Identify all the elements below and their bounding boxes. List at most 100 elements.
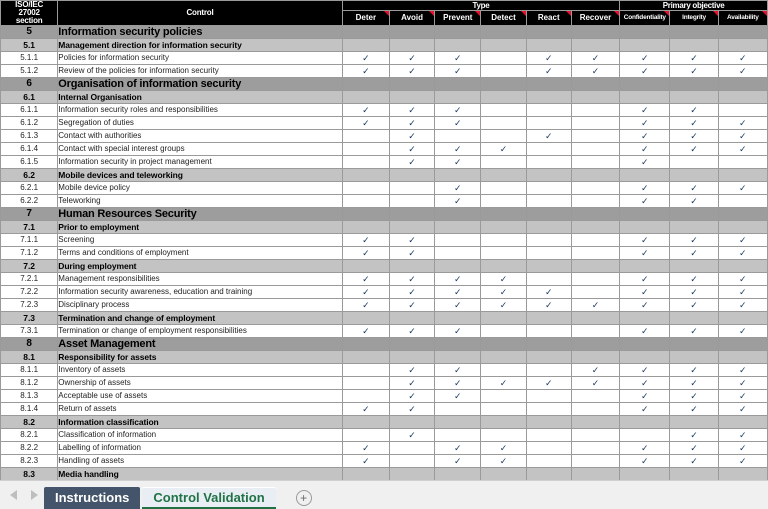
cell-deter[interactable] <box>341 142 390 156</box>
cell-confidentiality[interactable] <box>619 168 671 182</box>
cell-prevent[interactable]: ✓ <box>434 298 482 312</box>
next-sheet-arrow-icon[interactable] <box>31 489 38 500</box>
cell-detect[interactable]: ✓ <box>480 285 527 299</box>
cell-integrity[interactable]: ✓ <box>669 454 719 468</box>
cell-control-description[interactable]: Disciplinary process <box>57 298 343 312</box>
cell-deter[interactable]: ✓ <box>341 324 390 338</box>
cell-control-description[interactable]: Inventory of assets <box>57 363 343 377</box>
cell-prevent[interactable]: ✓ <box>434 376 482 390</box>
table-row[interactable]: 7.1 Prior to employment <box>0 220 768 234</box>
cell-section-number[interactable]: 5.1.2 <box>0 64 59 78</box>
cell-deter[interactable] <box>341 25 390 39</box>
cell-recover[interactable] <box>570 194 621 208</box>
cell-react[interactable] <box>525 194 572 208</box>
cell-deter[interactable] <box>341 350 390 364</box>
cell-prevent[interactable] <box>434 337 482 351</box>
cell-control-description[interactable]: Segregation of duties <box>57 116 343 130</box>
table-row[interactable]: 6.1 Internal Organisation <box>0 90 768 104</box>
worksheet-grid[interactable]: ISO/IEC 27002 section Control Type Prima… <box>0 0 768 480</box>
cell-avoid[interactable] <box>388 454 436 468</box>
cell-deter[interactable] <box>341 207 390 221</box>
cell-react[interactable] <box>525 116 572 130</box>
cell-section-number[interactable]: 7.2.3 <box>0 298 59 312</box>
add-sheet-button[interactable]: + <box>295 490 312 506</box>
cell-recover[interactable] <box>570 116 621 130</box>
cell-availability[interactable]: ✓ <box>717 181 768 195</box>
table-row[interactable]: 6 Organisation of information security <box>0 77 768 91</box>
cell-react[interactable] <box>525 350 572 364</box>
cell-avoid[interactable]: ✓ <box>388 233 436 247</box>
cell-confidentiality[interactable]: ✓ <box>619 103 671 117</box>
cell-control-description[interactable]: Policies for information security <box>57 51 343 65</box>
cell-avoid[interactable] <box>388 441 436 455</box>
cell-control-description[interactable]: Asset Management <box>57 337 343 351</box>
cell-confidentiality[interactable] <box>619 467 671 480</box>
cell-confidentiality[interactable]: ✓ <box>619 194 671 208</box>
cell-avoid[interactable] <box>388 259 436 273</box>
cell-recover[interactable] <box>570 77 621 91</box>
cell-react[interactable] <box>525 415 572 429</box>
table-row[interactable]: 5 Information security policies <box>0 25 768 39</box>
cell-integrity[interactable]: ✓ <box>669 363 719 377</box>
cell-integrity[interactable]: ✓ <box>669 64 719 78</box>
cell-detect[interactable]: ✓ <box>480 272 527 286</box>
cell-prevent[interactable] <box>434 25 482 39</box>
cell-integrity[interactable] <box>669 311 719 325</box>
cell-react[interactable]: ✓ <box>525 129 572 143</box>
cell-prevent[interactable]: ✓ <box>434 272 482 286</box>
cell-react[interactable] <box>525 25 572 39</box>
cell-recover[interactable] <box>570 246 621 260</box>
cell-recover[interactable] <box>570 272 621 286</box>
cell-availability[interactable] <box>717 90 768 104</box>
cell-confidentiality[interactable]: ✓ <box>619 233 671 247</box>
cell-control-description[interactable]: Termination or change of employment resp… <box>57 324 343 338</box>
cell-control-description[interactable]: Screening <box>57 233 343 247</box>
cell-integrity[interactable] <box>669 168 719 182</box>
cell-avoid[interactable]: ✓ <box>388 298 436 312</box>
cell-react[interactable] <box>525 38 572 52</box>
cell-deter[interactable] <box>341 415 390 429</box>
cell-recover[interactable] <box>570 389 621 403</box>
cell-detect[interactable] <box>480 207 527 221</box>
table-row[interactable]: 8.2.1 Classification of information ✓ ✓ ✓ <box>0 428 768 442</box>
cell-section-number[interactable]: 7.3 <box>0 311 59 325</box>
cell-deter[interactable]: ✓ <box>341 64 390 78</box>
cell-control-description[interactable]: Information security in project manageme… <box>57 155 343 169</box>
table-row[interactable]: 7.3.1 Termination or change of employment… <box>0 324 768 338</box>
cell-availability[interactable]: ✓ <box>717 51 768 65</box>
cell-integrity[interactable] <box>669 220 719 234</box>
cell-section-number[interactable]: 8.1.1 <box>0 363 59 377</box>
cell-recover[interactable]: ✓ <box>570 51 621 65</box>
cell-availability[interactable] <box>717 103 768 117</box>
table-row[interactable]: 7.1.2 Terms and conditions of employment ✓… <box>0 246 768 260</box>
cell-control-description[interactable]: Mobile devices and teleworking <box>57 168 343 182</box>
cell-section-number[interactable]: 6.1.2 <box>0 116 59 130</box>
cell-integrity[interactable] <box>669 25 719 39</box>
cell-confidentiality[interactable] <box>619 77 671 91</box>
cell-deter[interactable]: ✓ <box>341 233 390 247</box>
cell-integrity[interactable]: ✓ <box>669 129 719 143</box>
cell-prevent[interactable] <box>434 233 482 247</box>
prev-sheet-arrow-icon[interactable] <box>10 489 17 500</box>
cell-deter[interactable] <box>341 311 390 325</box>
cell-prevent[interactable]: ✓ <box>434 324 482 338</box>
cell-section-number[interactable]: 7.1 <box>0 220 59 234</box>
cell-prevent[interactable] <box>434 467 482 480</box>
cell-confidentiality[interactable]: ✓ <box>619 64 671 78</box>
cell-avoid[interactable]: ✓ <box>388 64 436 78</box>
cell-deter[interactable]: ✓ <box>341 298 390 312</box>
cell-integrity[interactable]: ✓ <box>669 194 719 208</box>
cell-integrity[interactable]: ✓ <box>669 298 719 312</box>
cell-avoid[interactable]: ✓ <box>388 389 436 403</box>
cell-react[interactable] <box>525 428 572 442</box>
cell-section-number[interactable]: 8.1.2 <box>0 376 59 390</box>
cell-integrity[interactable]: ✓ <box>669 441 719 455</box>
cell-recover[interactable] <box>570 207 621 221</box>
cell-avoid[interactable] <box>388 415 436 429</box>
cell-prevent[interactable] <box>434 259 482 273</box>
cell-recover[interactable] <box>570 454 621 468</box>
table-row[interactable]: 6.1.1 Information security roles and resp… <box>0 103 768 117</box>
cell-section-number[interactable]: 6.1.5 <box>0 155 59 169</box>
cell-section-number[interactable]: 6.1 <box>0 90 59 104</box>
cell-detect[interactable]: ✓ <box>480 454 527 468</box>
